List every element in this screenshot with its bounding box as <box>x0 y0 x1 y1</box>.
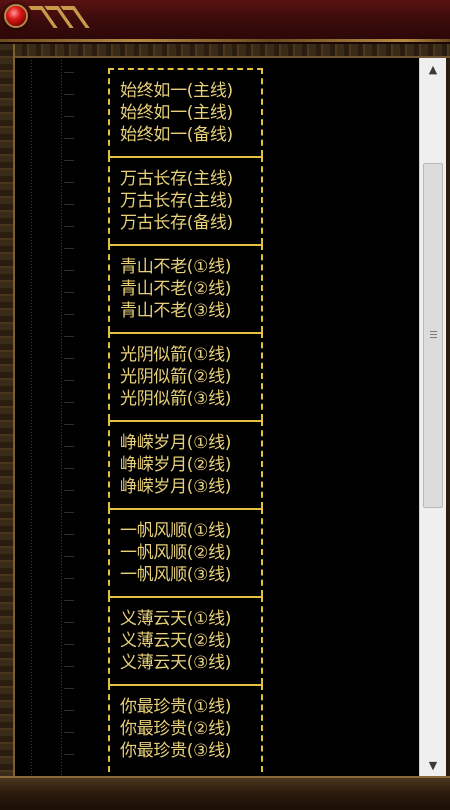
server-line-item[interactable]: 峥嵘岁月(③线) <box>110 476 261 498</box>
guide-tick <box>64 600 74 601</box>
server-line-item[interactable]: 义薄云天(②线) <box>110 630 261 652</box>
server-line-item[interactable]: 峥嵘岁月(②线) <box>110 454 261 476</box>
scrollbar-thumb[interactable] <box>423 163 443 508</box>
server-group: 万古长存(主线) 万古长存(主线) 万古长存(备线) <box>108 152 263 244</box>
guide-tick <box>64 754 74 755</box>
guide-tick <box>64 226 74 227</box>
server-line-item[interactable]: 始终如一(主线) <box>110 102 261 124</box>
guide-tick <box>64 72 74 73</box>
guide-tick <box>64 688 74 689</box>
window-header <box>0 0 450 44</box>
chevron-decoration-icon <box>28 0 90 34</box>
guide-tick <box>64 578 74 579</box>
server-group: 始终如一(主线) 始终如一(主线) 始终如一(备线) <box>108 68 263 156</box>
server-line-item[interactable]: 始终如一(备线) <box>110 124 261 146</box>
server-line-item[interactable]: 一帆风顺(①线) <box>110 520 261 542</box>
server-group: 青山不老(①线) 青山不老(②线) 青山不老(③线) <box>108 240 263 332</box>
server-line-item[interactable]: 你最珍贵(①线) <box>110 696 261 718</box>
server-list-panel: 始终如一(主线) 始终如一(主线) 始终如一(备线) 万古长存(主线) 万古长存(主线)… <box>17 60 419 776</box>
guide-tick <box>64 270 74 271</box>
server-group: 你最珍贵(①线) 你最珍贵(②线) 你最珍贵(③线) <box>108 680 263 772</box>
guide-tick <box>64 732 74 733</box>
vertical-scrollbar[interactable]: ▲ ▼ <box>419 58 446 776</box>
guide-tick <box>64 292 74 293</box>
guide-tick <box>64 534 74 535</box>
server-line-item[interactable]: 一帆风顺(③线) <box>110 564 261 586</box>
guide-tick <box>64 116 74 117</box>
guide-tick <box>64 402 74 403</box>
red-orb-icon <box>4 4 28 28</box>
server-line-item[interactable]: 光阴似箭(①线) <box>110 344 261 366</box>
server-group-list: 始终如一(主线) 始终如一(主线) 始终如一(备线) 万古长存(主线) 万古长存(主线)… <box>108 68 263 772</box>
guide-tick <box>64 468 74 469</box>
server-group: 光阴似箭(①线) 光阴似箭(②线) 光阴似箭(③线) <box>108 328 263 420</box>
guide-tick <box>64 380 74 381</box>
guide-tick <box>64 424 74 425</box>
server-line-item[interactable]: 万古长存(主线) <box>110 190 261 212</box>
guide-tick <box>64 644 74 645</box>
server-line-item[interactable]: 青山不老(②线) <box>110 278 261 300</box>
server-line-item[interactable]: 一帆风顺(②线) <box>110 542 261 564</box>
server-line-item[interactable]: 万古长存(主线) <box>110 168 261 190</box>
frame-top-border <box>15 44 450 58</box>
guide-tick <box>64 710 74 711</box>
frame-left-border <box>0 44 15 810</box>
server-group: 义薄云天(①线) 义薄云天(②线) 义薄云天(③线) <box>108 592 263 684</box>
server-line-item[interactable]: 万古长存(备线) <box>110 212 261 234</box>
guide-tick <box>64 314 74 315</box>
guide-tick <box>64 94 74 95</box>
server-line-item[interactable]: 义薄云天(③线) <box>110 652 261 674</box>
server-line-item[interactable]: 义薄云天(①线) <box>110 608 261 630</box>
guide-tick <box>64 666 74 667</box>
guide-tick <box>64 622 74 623</box>
guide-tick <box>64 138 74 139</box>
frame-bottom-border <box>0 776 450 810</box>
guide-tick <box>64 358 74 359</box>
server-line-item[interactable]: 光阴似箭(③线) <box>110 388 261 410</box>
server-line-item[interactable]: 你最珍贵(③线) <box>110 740 261 762</box>
server-group: 一帆风顺(①线) 一帆风顺(②线) 一帆风顺(③线) <box>108 504 263 596</box>
server-line-item[interactable]: 你最珍贵(②线) <box>110 718 261 740</box>
server-line-item[interactable]: 青山不老(①线) <box>110 256 261 278</box>
dotted-guide-line <box>61 60 62 776</box>
guide-tick <box>64 446 74 447</box>
grip-icon <box>429 331 437 340</box>
guide-tick <box>64 490 74 491</box>
server-line-item[interactable]: 始终如一(主线) <box>110 80 261 102</box>
guide-tick <box>64 336 74 337</box>
scroll-up-arrow-icon[interactable]: ▲ <box>420 58 446 80</box>
server-group: 峥嵘岁月(①线) 峥嵘岁月(②线) 峥嵘岁月(③线) <box>108 416 263 508</box>
guide-tick <box>64 204 74 205</box>
server-line-item[interactable]: 青山不老(③线) <box>110 300 261 322</box>
scroll-down-arrow-icon[interactable]: ▼ <box>420 754 446 776</box>
guide-tick <box>64 160 74 161</box>
guide-tick <box>64 512 74 513</box>
guide-tick <box>64 248 74 249</box>
server-line-item[interactable]: 峥嵘岁月(①线) <box>110 432 261 454</box>
dotted-guide-line <box>31 60 32 776</box>
guide-tick <box>64 182 74 183</box>
frame-right-border <box>446 58 450 776</box>
guide-tick <box>64 556 74 557</box>
server-line-item[interactable]: 光阴似箭(②线) <box>110 366 261 388</box>
